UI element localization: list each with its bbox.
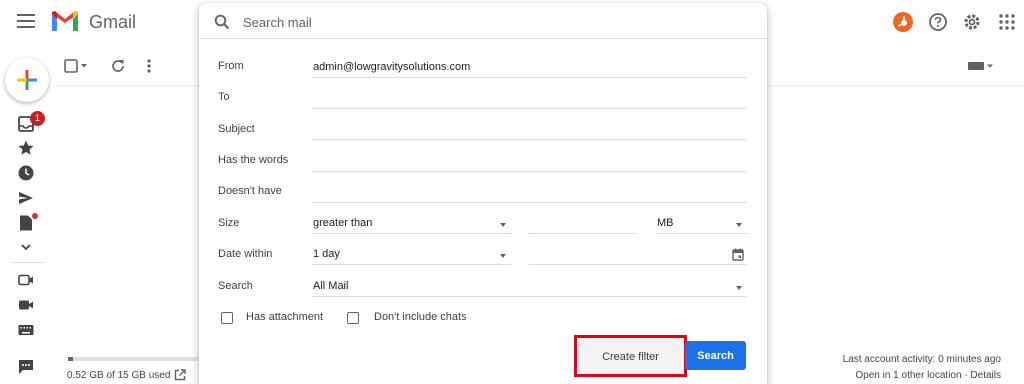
compose-button[interactable]: [5, 58, 49, 102]
chevron-down-icon: [736, 223, 742, 227]
to-field[interactable]: [312, 89, 747, 109]
chat-icon[interactable]: [17, 358, 35, 376]
has-words-field[interactable]: [312, 152, 747, 172]
date-within-label: Date within: [218, 248, 273, 260]
star-icon[interactable]: [17, 139, 35, 157]
activity-details-link[interactable]: Open in 1 other location · Details: [855, 370, 1001, 381]
video-icon[interactable]: [17, 271, 35, 289]
search-scope-value: All Mail: [313, 280, 349, 292]
select-all-checkbox[interactable]: [64, 59, 90, 73]
chevron-down-icon: [736, 286, 742, 290]
gmail-logo[interactable]: [50, 10, 80, 32]
calendar-icon[interactable]: [732, 248, 744, 261]
search-bar: [199, 3, 767, 39]
from-label: From: [218, 60, 244, 72]
doesnt-have-field[interactable]: [312, 183, 747, 203]
more-vert-icon[interactable]: [142, 58, 156, 74]
menu-icon[interactable]: [17, 14, 35, 28]
size-operator-value: greater than: [313, 217, 373, 229]
to-label: To: [218, 91, 230, 103]
size-label: Size: [218, 217, 240, 229]
date-within-value: 1 day: [313, 248, 340, 260]
drafts-indicator: [32, 213, 38, 219]
sent-icon[interactable]: [17, 189, 35, 207]
doesnt-have-label: Doesn't have: [218, 185, 282, 197]
from-field[interactable]: admin@lowgravitysolutions.com: [312, 58, 747, 78]
subject-field[interactable]: [312, 120, 747, 140]
search-options-panel: From admin@lowgravitysolutions.com To Su…: [199, 3, 767, 384]
compose-icon: [17, 70, 37, 90]
meet-icon[interactable]: [17, 296, 35, 314]
storage-meter-fill: [68, 357, 73, 361]
size-value-input[interactable]: [529, 214, 637, 234]
inbox-unread-badge: 1: [30, 111, 45, 126]
size-unit-select[interactable]: MB: [656, 214, 747, 234]
has-attachment-label: Has attachment: [246, 311, 324, 323]
size-unit-value: MB: [657, 217, 674, 229]
chevron-down-icon: [500, 254, 506, 258]
apps-icon[interactable]: [996, 11, 1018, 33]
from-value: admin@lowgravitysolutions.com: [313, 61, 471, 73]
search-scope-label: Search: [218, 280, 253, 292]
more-icon[interactable]: [17, 238, 35, 256]
chevron-down-icon: [500, 223, 506, 227]
app-name: Gmail: [89, 12, 137, 32]
search-icon[interactable]: [214, 14, 230, 30]
dont-include-chats-checkbox[interactable]: [347, 312, 359, 324]
subject-label: Subject: [218, 123, 255, 135]
rail-divider: [10, 262, 45, 263]
create-filter-button[interactable]: Create filter: [577, 338, 684, 376]
open-storage-icon[interactable]: [174, 369, 186, 381]
snoozed-icon[interactable]: [17, 164, 35, 182]
refresh-icon[interactable]: [110, 58, 126, 74]
size-operator-select[interactable]: greater than: [312, 214, 511, 234]
date-within-select[interactable]: 1 day: [312, 245, 511, 265]
has-attachment-checkbox[interactable]: [221, 312, 233, 324]
last-activity: Last account activity: 0 minutes ago: [842, 354, 1001, 365]
date-input[interactable]: [529, 245, 747, 265]
support-icon[interactable]: [927, 11, 949, 33]
search-input[interactable]: [243, 12, 743, 32]
avatar[interactable]: [892, 11, 914, 33]
dont-include-chats-label: Don't include chats: [374, 311, 467, 323]
input-tools-icon[interactable]: [966, 60, 996, 72]
search-button[interactable]: Search: [685, 341, 746, 370]
storage-meter: [68, 357, 198, 361]
has-words-label: Has the words: [218, 154, 289, 166]
storage-used-text: 0.52 GB of 15 GB used: [67, 370, 171, 381]
keyboard-icon[interactable]: [17, 321, 35, 339]
search-scope-select[interactable]: All Mail: [312, 277, 747, 297]
settings-icon[interactable]: [961, 11, 983, 33]
